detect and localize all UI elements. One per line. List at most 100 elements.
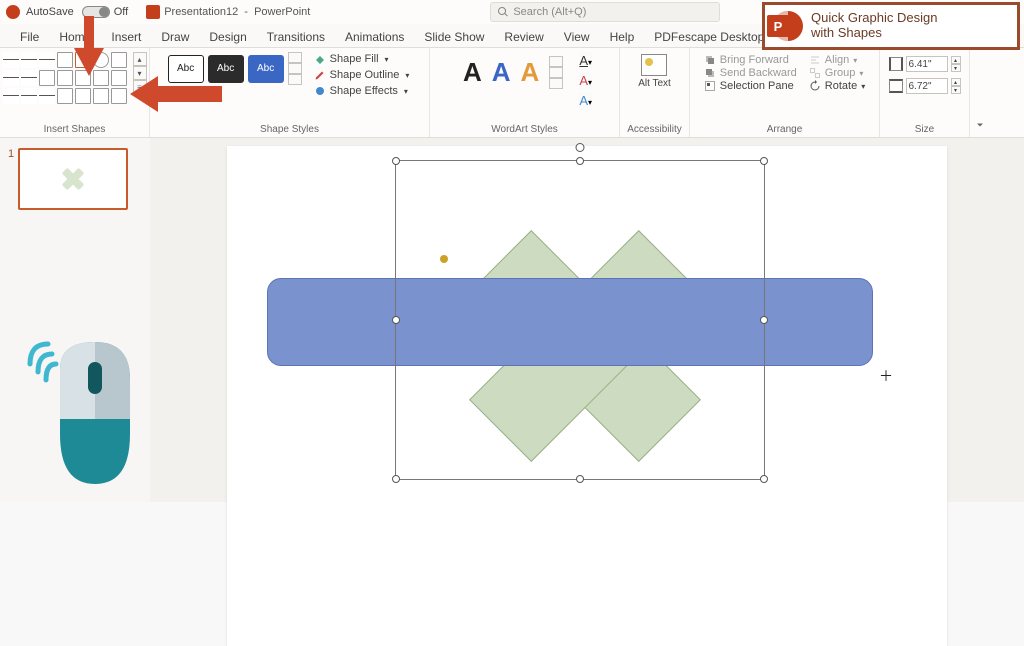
tab-draw[interactable]: Draw bbox=[151, 26, 199, 47]
shape-outline-button[interactable]: Shape Outline▾ bbox=[312, 68, 412, 82]
shapes-gallery[interactable] bbox=[3, 52, 127, 104]
powerpoint-badge-icon bbox=[773, 11, 803, 41]
alt-text-icon bbox=[641, 54, 667, 76]
shape-width-field[interactable]: 6.72" ▴▾ bbox=[889, 78, 961, 94]
handle-sw[interactable] bbox=[392, 475, 400, 483]
shape-arrow-right-icon[interactable] bbox=[39, 70, 55, 86]
width-value[interactable]: 6.72" bbox=[906, 78, 948, 94]
bring-forward-button[interactable]: Bring Forward bbox=[704, 54, 797, 66]
send-backward-button[interactable]: Send Backward bbox=[704, 67, 797, 79]
group-button[interactable]: Group▾ bbox=[809, 67, 865, 79]
chevron-down-icon bbox=[974, 119, 986, 131]
tab-review[interactable]: Review bbox=[494, 26, 553, 47]
alt-text-button[interactable]: Alt Text bbox=[632, 52, 677, 91]
text-effects-button[interactable]: A▾ bbox=[579, 92, 592, 110]
paint-bucket-icon bbox=[314, 53, 326, 65]
shape-curve-icon[interactable] bbox=[3, 88, 19, 104]
width-up[interactable]: ▴ bbox=[951, 78, 961, 86]
adjust-handle[interactable] bbox=[440, 255, 448, 263]
align-button[interactable]: Align▾ bbox=[809, 54, 865, 66]
wordart-style-2[interactable]: A bbox=[492, 57, 511, 88]
tab-view[interactable]: View bbox=[554, 26, 600, 47]
autosave-state: Off bbox=[114, 6, 128, 18]
tab-insert[interactable]: Insert bbox=[101, 26, 151, 47]
group-label-wordart: WordArt Styles bbox=[436, 122, 613, 137]
wordart-style-3[interactable]: A bbox=[521, 57, 540, 88]
handle-s[interactable] bbox=[576, 475, 584, 483]
group-arrange: Bring Forward Send Backward Selection Pa… bbox=[690, 48, 880, 137]
shape-scribble-icon[interactable] bbox=[39, 88, 55, 104]
rotate-handle[interactable] bbox=[576, 143, 585, 152]
handle-nw[interactable] bbox=[392, 157, 400, 165]
cursor-crosshair-icon: ＋ bbox=[879, 366, 893, 386]
thumbnail-cross-icon bbox=[61, 167, 85, 191]
handle-e[interactable] bbox=[760, 316, 768, 324]
shape-freeform-icon[interactable] bbox=[21, 88, 37, 104]
scroll-up-icon[interactable]: ▴ bbox=[133, 52, 147, 66]
collapse-ribbon-button[interactable] bbox=[970, 48, 990, 137]
wordart-scroll[interactable] bbox=[549, 56, 563, 89]
height-icon bbox=[889, 57, 903, 71]
tab-design[interactable]: Design bbox=[199, 26, 256, 47]
shape-line-arrow-icon[interactable] bbox=[21, 52, 37, 68]
wordart-gallery[interactable]: A A A bbox=[457, 52, 569, 93]
badge-line1: Quick Graphic Design bbox=[811, 11, 937, 26]
shape-star-icon[interactable] bbox=[75, 88, 91, 104]
shape-hex-icon[interactable] bbox=[57, 88, 73, 104]
handle-se[interactable] bbox=[760, 475, 768, 483]
rotate-icon bbox=[809, 80, 821, 92]
tab-slideshow[interactable]: Slide Show bbox=[414, 26, 494, 47]
tab-file[interactable]: File bbox=[10, 26, 49, 47]
style-swatch-blue[interactable]: Abc bbox=[248, 55, 284, 83]
group-label-accessibility: Accessibility bbox=[626, 122, 683, 137]
shape-connector-icon[interactable] bbox=[39, 52, 55, 68]
mouse-illustration-icon bbox=[20, 324, 140, 494]
search-input[interactable]: Search (Alt+Q) bbox=[490, 2, 720, 22]
group-size: 6.41" ▴▾ 6.72" ▴▾ Size bbox=[880, 48, 970, 137]
text-fill-button[interactable]: A▾ bbox=[579, 52, 592, 70]
height-value[interactable]: 6.41" bbox=[906, 56, 948, 72]
powerpoint-icon bbox=[6, 5, 20, 19]
shape-rect-icon[interactable] bbox=[57, 52, 73, 68]
search-placeholder: Search (Alt+Q) bbox=[513, 6, 586, 18]
width-icon bbox=[889, 79, 903, 93]
search-icon bbox=[497, 6, 509, 18]
shape-elbow2-icon[interactable] bbox=[21, 70, 37, 86]
shape-arrow-down-icon[interactable] bbox=[57, 70, 73, 86]
width-down[interactable]: ▾ bbox=[951, 86, 961, 94]
tab-help[interactable]: Help bbox=[600, 26, 645, 47]
tab-transitions[interactable]: Transitions bbox=[257, 26, 335, 47]
style-scroll[interactable] bbox=[288, 52, 302, 85]
shape-line-icon[interactable] bbox=[3, 52, 19, 68]
group-label-arrange: Arrange bbox=[696, 122, 873, 137]
handle-ne[interactable] bbox=[760, 157, 768, 165]
handle-n[interactable] bbox=[576, 157, 584, 165]
height-down[interactable]: ▾ bbox=[951, 64, 961, 72]
group-label-size: Size bbox=[886, 122, 963, 137]
handle-w[interactable] bbox=[392, 316, 400, 324]
tutorial-badge: Quick Graphic Design with Shapes bbox=[762, 2, 1020, 50]
document-icon bbox=[146, 5, 160, 19]
group-icon bbox=[809, 67, 821, 79]
shape-cloud-icon[interactable] bbox=[111, 70, 127, 86]
shape-banner-icon[interactable] bbox=[93, 88, 109, 104]
selection-pane-button[interactable]: Selection Pane bbox=[704, 80, 797, 92]
rotate-button[interactable]: Rotate▾ bbox=[809, 80, 865, 92]
slide-thumbnail-1[interactable] bbox=[18, 148, 128, 210]
shape-plus-icon[interactable] bbox=[111, 88, 127, 104]
pen-outline-icon bbox=[314, 69, 326, 81]
slide-area[interactable]: ＋ bbox=[150, 138, 1024, 502]
shape-effects-button[interactable]: Shape Effects▾ bbox=[312, 84, 412, 98]
shape-triangle-icon[interactable] bbox=[111, 52, 127, 68]
selection-box bbox=[395, 160, 765, 480]
shape-fill-button[interactable]: Shape Fill▾ bbox=[312, 52, 412, 66]
group-label-insert-shapes: Insert Shapes bbox=[6, 122, 143, 137]
shape-height-field[interactable]: 6.41" ▴▾ bbox=[889, 56, 961, 72]
autosave-label: AutoSave bbox=[26, 6, 74, 18]
shape-elbow-icon[interactable] bbox=[3, 70, 19, 86]
wordart-style-1[interactable]: A bbox=[463, 57, 482, 88]
text-outline-button[interactable]: A▾ bbox=[579, 72, 592, 90]
tab-animations[interactable]: Animations bbox=[335, 26, 414, 47]
slide-canvas[interactable]: ＋ bbox=[227, 146, 947, 646]
height-up[interactable]: ▴ bbox=[951, 56, 961, 64]
